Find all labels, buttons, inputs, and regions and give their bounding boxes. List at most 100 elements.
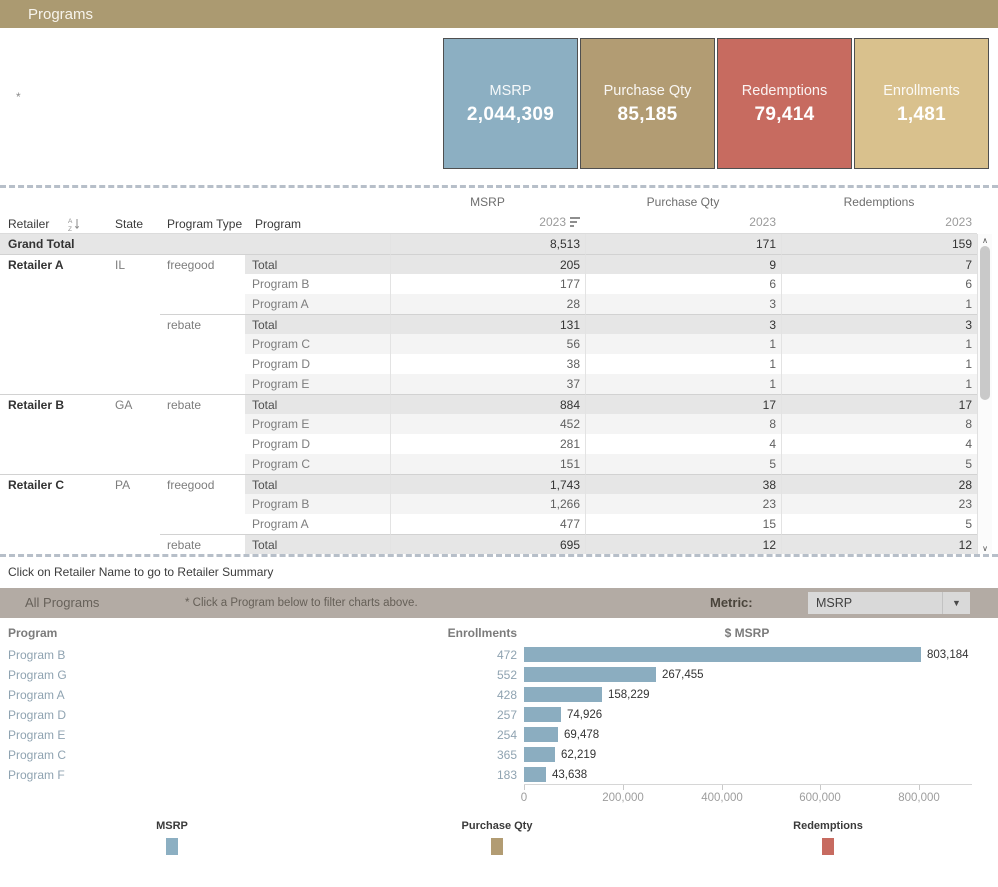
program-type-cell — [160, 374, 245, 394]
program-cell: Total — [245, 254, 390, 274]
column-header-program[interactable]: Program — [255, 217, 301, 231]
program-cell — [245, 234, 390, 254]
kpi-label: Purchase Qty — [604, 83, 692, 99]
kpi-card-redemptions[interactable]: Redemptions79,414 — [717, 38, 852, 169]
msrp-value-cell: 151 — [390, 454, 585, 474]
purchase-qty-value-cell: 1 — [585, 374, 781, 394]
column-header-retailer[interactable]: Retailer — [8, 217, 49, 231]
retailer-cell — [0, 534, 105, 554]
column-header-program-type[interactable]: Program Type — [167, 217, 242, 231]
program-cell: Total — [245, 394, 390, 414]
sort-az-icon[interactable]: A Z — [68, 217, 80, 232]
legend-swatch[interactable] — [822, 838, 834, 855]
kpi-card-enrollments[interactable]: Enrollments1,481 — [854, 38, 989, 169]
state-cell — [105, 534, 160, 554]
table-header: Retailer A Z State Program Type Program … — [0, 188, 977, 234]
program-type-cell — [160, 494, 245, 514]
program-cell: Program D — [245, 354, 390, 374]
msrp-bar[interactable] — [524, 687, 602, 702]
table-row: Program E3711 — [0, 374, 977, 394]
msrp-bar[interactable] — [524, 647, 921, 662]
table-row: Program D3811 — [0, 354, 977, 374]
state-cell — [105, 414, 160, 434]
msrp-bar[interactable] — [524, 727, 558, 742]
x-axis-tick — [722, 785, 723, 790]
chart-program-label[interactable]: Program E — [8, 725, 168, 745]
purchase-qty-value-cell: 6 — [585, 274, 781, 294]
legend-item-purchase-qty: Purchase Qty — [437, 820, 557, 855]
scroll-up-icon[interactable]: ∧ — [978, 234, 992, 246]
program-type-cell: rebate — [160, 534, 245, 554]
table-scrollbar[interactable]: ∧ ∨ — [977, 234, 992, 554]
program-type-cell: rebate — [160, 314, 245, 334]
msrp-bar[interactable] — [524, 747, 555, 762]
retailer-cell[interactable]: Retailer C — [0, 474, 105, 494]
retailer-cell — [0, 454, 105, 474]
x-axis-tick-label: 600,000 — [775, 792, 865, 804]
state-cell: PA — [105, 474, 160, 494]
kpi-card-purchase-qty[interactable]: Purchase Qty85,185 — [580, 38, 715, 169]
legend-item-msrp: MSRP — [112, 820, 232, 855]
chart-program-label[interactable]: Program F — [8, 765, 168, 785]
legend-swatch[interactable] — [491, 838, 503, 855]
year-label: 2023 — [749, 215, 776, 229]
msrp-value-cell: 452 — [390, 414, 585, 434]
table-row: Program C15155 — [0, 454, 977, 474]
metric-label: Metric: — [710, 588, 753, 618]
year-header[interactable]: 2023 — [585, 213, 781, 231]
msrp-value-cell: 1,266 — [390, 494, 585, 514]
chart-enrollment-value: 254 — [417, 725, 517, 745]
chart-program-label[interactable]: Program G — [8, 665, 168, 685]
kpi-card-msrp[interactable]: MSRP2,044,309 — [443, 38, 578, 169]
program-cell: Program C — [245, 334, 390, 354]
scroll-down-icon[interactable]: ∨ — [978, 542, 992, 554]
retailer-cell[interactable]: Retailer A — [0, 254, 105, 274]
retailer-cell[interactable]: Retailer B — [0, 394, 105, 414]
x-axis-tick-label: 800,000 — [874, 792, 964, 804]
program-cell: Program A — [245, 514, 390, 534]
chart-enrollment-value: 472 — [417, 645, 517, 665]
metric-dropdown-button[interactable]: ▼ — [942, 592, 970, 614]
legend-swatch[interactable] — [166, 838, 178, 855]
table-body: Grand Total8,513171159Retailer AILfreego… — [0, 234, 977, 554]
kpi-label: Redemptions — [742, 83, 827, 99]
metric-dropdown[interactable]: MSRP ▼ — [808, 592, 970, 614]
sort-desc-icon[interactable] — [570, 217, 580, 227]
redemptions-value-cell: 1 — [781, 354, 977, 374]
retailer-cell: Grand Total — [0, 234, 105, 254]
msrp-bar[interactable] — [524, 707, 561, 722]
program-type-cell — [160, 354, 245, 374]
kpi-label: Enrollments — [883, 83, 960, 99]
msrp-bar[interactable] — [524, 667, 656, 682]
scrollbar-thumb[interactable] — [980, 246, 990, 400]
column-header-state[interactable]: State — [115, 217, 143, 231]
msrp-bar[interactable] — [524, 767, 546, 782]
table-row: Program D28144 — [0, 434, 977, 454]
purchase-qty-value-cell: 8 — [585, 414, 781, 434]
program-type-cell — [160, 514, 245, 534]
table-row: Grand Total8,513171159 — [0, 234, 977, 254]
chart-header-program: Program — [8, 626, 57, 640]
redemptions-value-cell: 6 — [781, 274, 977, 294]
kpi-label: MSRP — [490, 83, 532, 99]
year-header[interactable]: 2023 — [390, 213, 585, 231]
chart-program-label[interactable]: Program C — [8, 745, 168, 765]
redemptions-value-cell: 159 — [781, 234, 977, 254]
year-header[interactable]: 2023 — [781, 213, 977, 231]
chart-program-label[interactable]: Program D — [8, 705, 168, 725]
chart-program-label[interactable]: Program B — [8, 645, 168, 665]
measure-header-msrp: MSRP — [390, 195, 585, 209]
table-row: Retailer BGArebateTotal8841717 — [0, 394, 977, 414]
chart-header-value-axis: $ MSRP — [524, 626, 970, 640]
msrp-value-cell: 37 — [390, 374, 585, 394]
svg-text:Z: Z — [68, 226, 72, 232]
metric-dropdown-value: MSRP — [808, 596, 942, 610]
chart-program-label[interactable]: Program A — [8, 685, 168, 705]
program-cell: Total — [245, 534, 390, 554]
msrp-value-cell: 131 — [390, 314, 585, 334]
state-cell: GA — [105, 394, 160, 414]
section-title: All Programs — [25, 588, 99, 618]
x-axis-tick — [820, 785, 821, 790]
table-row: Program A2831 — [0, 294, 977, 314]
state-cell — [105, 354, 160, 374]
